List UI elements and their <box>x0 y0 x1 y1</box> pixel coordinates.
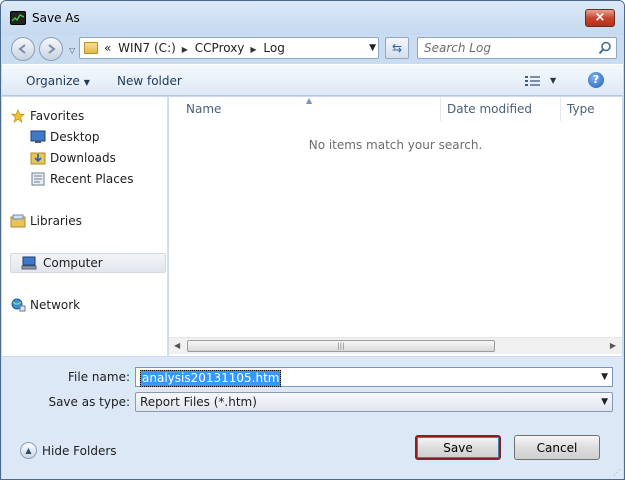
nav-computer[interactable]: Computer <box>10 253 166 273</box>
hide-folders-label: Hide Folders <box>42 444 117 458</box>
column-header-row: ▲ Name Date modified Type <box>169 96 622 122</box>
chevron-down-icon: ▼ <box>83 78 90 87</box>
cancel-button[interactable]: Cancel <box>514 435 600 460</box>
nav-label: Recent Places <box>50 172 134 186</box>
nav-label: Desktop <box>50 130 100 144</box>
scroll-right-icon[interactable]: ▶ <box>610 341 616 350</box>
chevron-up-icon: ▲ <box>20 442 37 459</box>
breadcrumb-drive[interactable]: WIN7 (C:) <box>118 41 176 55</box>
close-button[interactable]: × <box>585 9 615 27</box>
nav-desktop[interactable]: Desktop <box>30 128 158 148</box>
title-bar[interactable]: Save As × <box>1 1 624 35</box>
chevron-right-icon[interactable]: ▶ <box>250 45 256 54</box>
nav-network[interactable]: Network <box>10 296 166 316</box>
back-button[interactable] <box>11 37 35 61</box>
close-icon: × <box>594 10 606 25</box>
recent-places-icon <box>31 172 45 186</box>
save-type-select[interactable]: Report Files (*.htm) ▼ <box>135 392 613 412</box>
computer-icon <box>21 256 37 270</box>
file-name-dropdown-icon[interactable]: ▼ <box>601 372 608 382</box>
save-type-value: Report Files (*.htm) <box>140 395 257 409</box>
nav-label: Network <box>30 298 81 312</box>
empty-message: No items match your search. <box>308 138 483 152</box>
search-icon[interactable] <box>598 41 612 55</box>
libraries-icon <box>10 214 26 228</box>
view-dropdown-icon[interactable]: ▼ <box>550 76 556 85</box>
nav-label: Libraries <box>30 214 82 228</box>
nav-libraries[interactable]: Libraries <box>10 212 166 232</box>
recent-locations-icon[interactable]: ▽ <box>69 46 75 55</box>
save-as-dialog: Save As × ▽ « WIN7 (C:) ▶ CCProxy ▶ Log ▼ … <box>0 0 625 480</box>
column-name[interactable]: Name <box>186 102 221 116</box>
desktop-icon <box>30 130 46 143</box>
search-input[interactable] <box>424 40 594 56</box>
save-button[interactable]: Save <box>415 435 501 460</box>
downloads-icon <box>30 152 46 165</box>
column-date-modified[interactable]: Date modified <box>447 102 532 116</box>
chevron-right-icon[interactable]: ▶ <box>182 45 188 54</box>
scrollbar-thumb[interactable]: ||| <box>187 340 495 352</box>
nav-label: Favorites <box>30 109 85 123</box>
address-bar[interactable]: « WIN7 (C:) ▶ CCProxy ▶ Log ▼ <box>79 37 379 59</box>
search-box <box>417 37 617 59</box>
column-type[interactable]: Type <box>567 102 595 116</box>
column-divider[interactable] <box>560 97 561 121</box>
breadcrumb-log[interactable]: Log <box>263 41 284 55</box>
organize-button[interactable]: Organize ▼ <box>26 74 90 88</box>
nav-label: Computer <box>43 256 103 270</box>
nav-recent-places[interactable]: Recent Places <box>30 170 158 190</box>
address-dropdown-icon[interactable]: ▼ <box>369 43 376 53</box>
column-divider[interactable] <box>440 97 441 121</box>
save-options-panel: File name: analysis20131105.htm ▼ Save a… <box>2 357 623 479</box>
refresh-button[interactable]: ⇆ <box>385 37 409 59</box>
save-type-dropdown-icon[interactable]: ▼ <box>601 397 608 407</box>
nav-favorites[interactable]: Favorites <box>10 107 166 127</box>
command-toolbar: Organize ▼ New folder ▼ ? <box>2 64 623 96</box>
view-options-icon[interactable] <box>525 75 541 87</box>
nav-label: Downloads <box>50 151 116 165</box>
organize-label: Organize <box>26 74 80 88</box>
address-row: ▽ « WIN7 (C:) ▶ CCProxy ▶ Log ▼ ⇆ <box>1 35 624 61</box>
back-arrow-icon <box>18 44 26 54</box>
file-name-field[interactable]: analysis20131105.htm ▼ <box>135 367 613 387</box>
breadcrumb-overflow[interactable]: « <box>104 41 111 55</box>
horizontal-scrollbar[interactable]: ◀ ||| ▶ <box>169 337 622 354</box>
file-name-label: File name: <box>68 370 130 384</box>
file-list[interactable]: ▲ Name Date modified Type No items match… <box>169 96 622 356</box>
network-icon <box>11 298 26 312</box>
help-icon[interactable]: ? <box>588 72 604 88</box>
file-name-value[interactable]: analysis20131105.htm <box>140 370 282 387</box>
refresh-icon: ⇆ <box>391 41 403 55</box>
breadcrumb-ccproxy[interactable]: CCProxy <box>195 41 245 55</box>
forward-arrow-icon <box>48 44 56 54</box>
sort-ascending-icon: ▲ <box>306 96 313 105</box>
new-folder-button[interactable]: New folder <box>117 74 182 88</box>
breadcrumb: « WIN7 (C:) ▶ CCProxy ▶ Log <box>104 41 288 55</box>
nav-downloads[interactable]: Downloads <box>30 149 158 169</box>
folder-icon <box>84 42 98 54</box>
forward-button[interactable] <box>39 37 63 61</box>
app-icon <box>10 11 26 25</box>
navigation-pane: Favorites Desktop Downloads Recent Place… <box>2 97 168 356</box>
resize-grip-icon[interactable]: ⋰ <box>613 468 621 477</box>
save-type-label: Save as type: <box>48 395 130 409</box>
scroll-left-icon[interactable]: ◀ <box>174 341 180 350</box>
window-title: Save As <box>32 11 80 25</box>
star-icon <box>10 109 26 123</box>
